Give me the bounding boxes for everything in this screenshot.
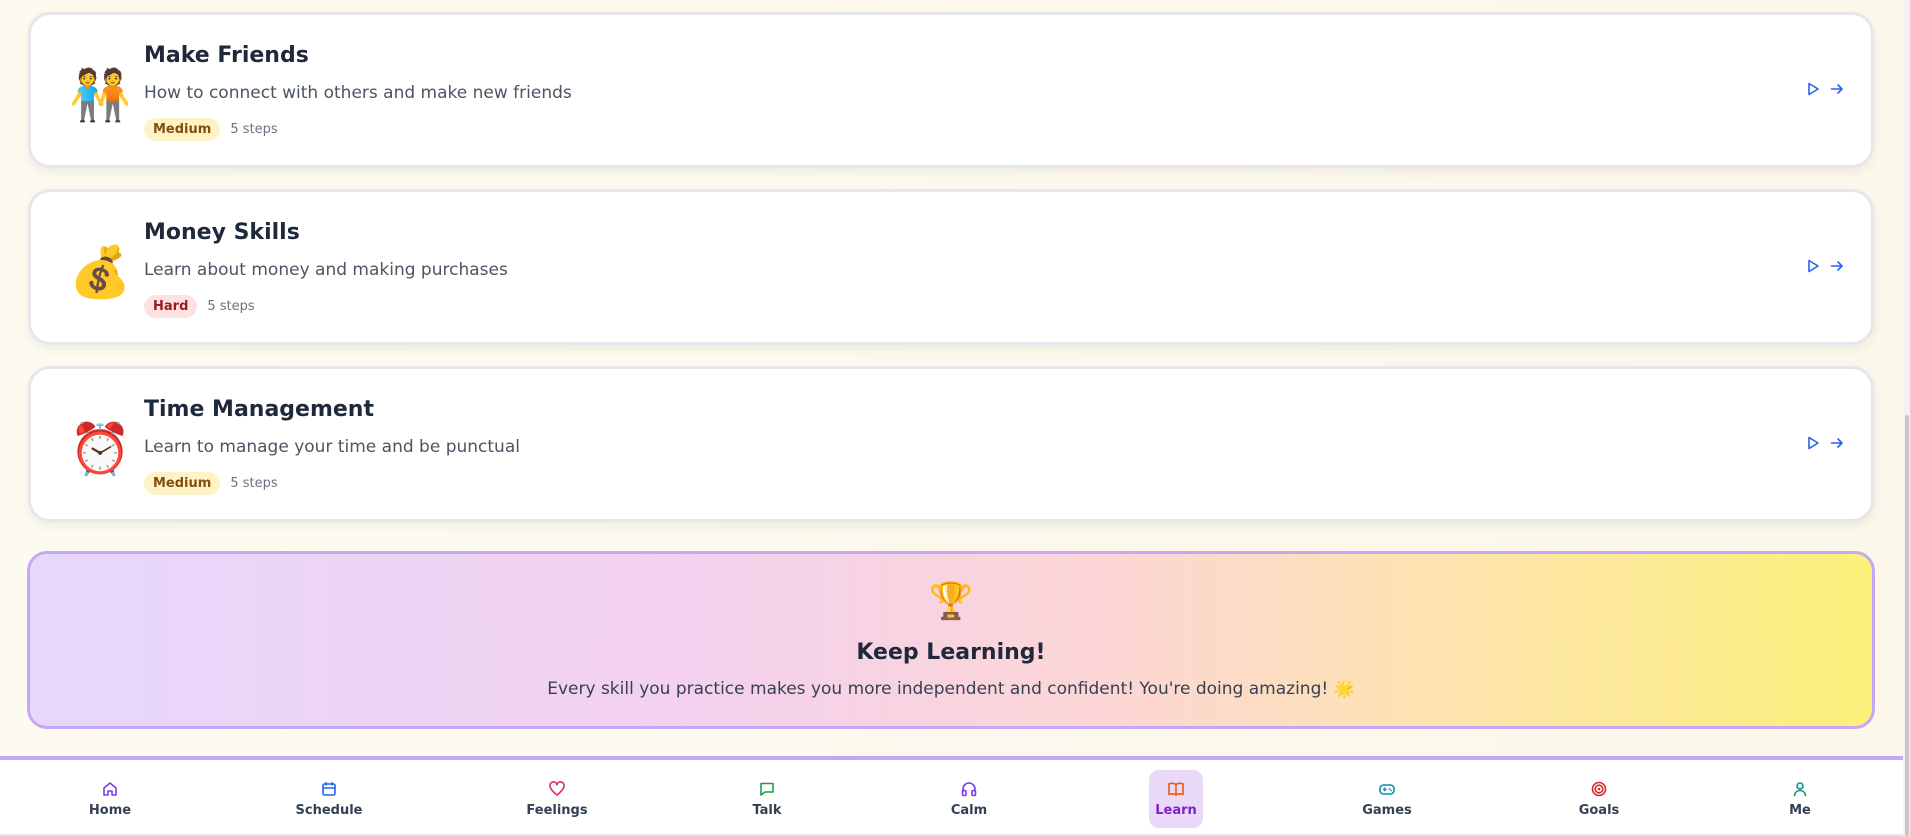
lesson-meta: Medium 5 steps: [144, 472, 278, 495]
lesson-description: How to connect with others and make new …: [144, 83, 572, 103]
heart-icon: [549, 781, 565, 796]
scrollbar-thumb[interactable]: [1905, 415, 1909, 836]
play-icon[interactable]: [1805, 81, 1821, 97]
nav-label: Schedule: [295, 803, 363, 818]
user-icon: [1793, 782, 1807, 797]
lesson-card-make-friends[interactable]: 🧑‍🤝‍🧑 Make Friends How to connect with o…: [28, 12, 1874, 168]
nav-home[interactable]: Home: [80, 770, 140, 828]
nav-label: Learn: [1155, 803, 1197, 818]
difficulty-badge: Medium: [144, 118, 221, 141]
arrow-right-icon[interactable]: [1829, 81, 1845, 97]
play-icon[interactable]: [1805, 258, 1821, 274]
alarm-clock-icon: ⏰: [69, 420, 132, 478]
nav-goals[interactable]: Goals: [1569, 770, 1629, 828]
banner-title: Keep Learning!: [856, 640, 1046, 665]
nav-me[interactable]: Me: [1770, 770, 1830, 828]
lesson-title: Money Skills: [144, 220, 300, 245]
lesson-actions: [1805, 258, 1845, 274]
people-holding-hands-icon: 🧑‍🤝‍🧑: [69, 66, 132, 124]
nav-feelings[interactable]: Feelings: [526, 770, 588, 828]
nav-games[interactable]: Games: [1357, 770, 1417, 828]
chat-icon: [760, 782, 774, 796]
money-bag-icon: 💰: [69, 243, 132, 301]
steps-count: 5 steps: [207, 299, 255, 314]
difficulty-badge: Hard: [144, 295, 198, 318]
nav-label: Feelings: [526, 803, 588, 818]
calendar-icon: [322, 781, 336, 796]
lesson-actions: [1805, 435, 1845, 451]
nav-label: Goals: [1578, 803, 1620, 818]
lesson-meta: Medium 5 steps: [144, 118, 278, 141]
target-icon: [1591, 781, 1607, 797]
nav-learn[interactable]: Learn: [1149, 770, 1203, 828]
nav-schedule[interactable]: Schedule: [296, 770, 363, 828]
arrow-right-icon[interactable]: [1829, 258, 1845, 274]
play-icon[interactable]: [1805, 435, 1821, 451]
banner-text: Every skill you practice makes you more …: [547, 679, 1355, 699]
nav-talk[interactable]: Talk: [737, 770, 797, 828]
learn-page: 🧑‍🤝‍🧑 Make Friends How to connect with o…: [0, 0, 1906, 836]
nav-label: Calm: [950, 803, 988, 818]
lesson-meta: Hard 5 steps: [144, 295, 255, 318]
book-icon: [1168, 782, 1184, 796]
gamepad-icon: [1379, 784, 1395, 795]
nav-label: Games: [1362, 803, 1412, 818]
nav-label: Talk: [752, 803, 782, 818]
nav-label: Me: [1789, 803, 1811, 818]
headphones-icon: [961, 782, 977, 797]
lesson-card-time-management[interactable]: ⏰ Time Management Learn to manage your t…: [28, 366, 1874, 522]
lesson-description: Learn about money and making purchases: [144, 260, 508, 280]
steps-count: 5 steps: [230, 476, 278, 491]
lesson-description: Learn to manage your time and be punctua…: [144, 437, 520, 457]
trophy-icon: 🏆: [928, 581, 974, 622]
lesson-title: Make Friends: [144, 43, 309, 68]
difficulty-badge: Medium: [144, 472, 221, 495]
lesson-title: Time Management: [144, 397, 374, 422]
scrollbar-track[interactable]: [1904, 0, 1910, 836]
keep-learning-banner: 🏆 Keep Learning! Every skill you practic…: [27, 551, 1875, 729]
lesson-card-money-skills[interactable]: 💰 Money Skills Learn about money and mak…: [28, 189, 1874, 345]
bottom-nav: Home Schedule Feelings Talk Calm Learn G…: [0, 756, 1903, 836]
home-icon: [103, 782, 117, 796]
lesson-actions: [1805, 81, 1845, 97]
nav-calm[interactable]: Calm: [939, 770, 999, 828]
steps-count: 5 steps: [230, 122, 278, 137]
arrow-right-icon[interactable]: [1829, 435, 1845, 451]
nav-label: Home: [88, 803, 132, 818]
